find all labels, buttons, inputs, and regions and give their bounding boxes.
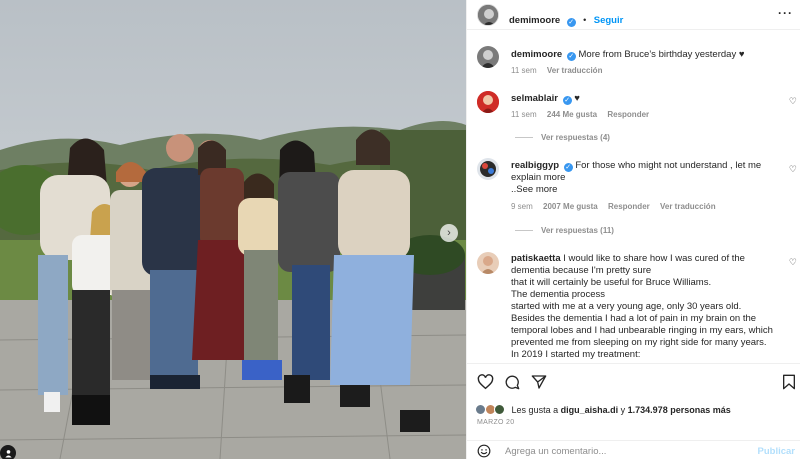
post-header: demimoore ✓ • Seguir ··· — [467, 0, 800, 30]
comment-likes-count[interactable]: 2007 Me gusta — [543, 202, 598, 211]
caption-meta: 11 sem Ver traducción — [511, 66, 610, 75]
likes-connector: y — [620, 405, 626, 415]
next-photo-button[interactable]: › — [440, 224, 458, 242]
view-replies-label: Ver respuestas (11) — [541, 226, 614, 235]
verified-badge-icon: ✓ — [563, 163, 573, 172]
publish-button[interactable]: Publicar — [758, 446, 796, 457]
author-username[interactable]: demimoore — [509, 15, 560, 26]
post-caption: demimoore ✓ More from Bruce’s birthday y… — [467, 46, 800, 86]
liker-avatar — [494, 404, 506, 415]
commenter-avatar[interactable] — [477, 158, 499, 180]
share-send-icon[interactable] — [531, 374, 547, 390]
comment-text: ♥ — [574, 93, 580, 104]
comment-time[interactable]: 9 sem — [511, 202, 533, 211]
follow-button[interactable]: Seguir — [594, 15, 624, 26]
like-comment-heart-icon[interactable]: ♡ — [789, 257, 797, 268]
caption-username[interactable]: demimoore — [511, 49, 562, 60]
commenter-username[interactable]: selmablair — [511, 93, 558, 104]
verified-badge-icon: ✓ — [566, 52, 576, 61]
avatar-image — [477, 158, 499, 180]
comments-list[interactable]: demimoore ✓ More from Bruce’s birthday y… — [467, 31, 800, 363]
like-comment-heart-icon[interactable]: ♡ — [789, 164, 797, 175]
comment-text-block: patiskaetta I would like to share how I … — [511, 253, 779, 361]
replies-divider — [515, 230, 533, 232]
replies-divider — [515, 137, 533, 139]
view-replies-link[interactable]: Ver respuestas (11) — [515, 226, 614, 235]
add-comment-row: Publicar — [467, 440, 800, 459]
likes-count-link[interactable]: 1.734.978 personas más — [628, 405, 731, 415]
caption-text: More from Bruce’s birthday yesterday ♥ — [578, 49, 745, 60]
commenter-username[interactable]: patiskaetta — [511, 253, 561, 264]
emoji-icon[interactable] — [477, 444, 491, 458]
commenter-avatar[interactable] — [477, 91, 499, 113]
author-avatar[interactable] — [477, 46, 499, 68]
like-heart-icon[interactable] — [477, 374, 494, 390]
comment-meta: 11 sem 244 Me gusta Responder — [511, 110, 657, 119]
caption-text-row: demimoore ✓ More from Bruce’s birthday y… — [511, 49, 779, 61]
comment-time[interactable]: 11 sem — [511, 110, 537, 119]
comment-item: patiskaetta I would like to share how I … — [467, 251, 800, 363]
comment-item: selmablair ✓ ♥ 11 sem 244 Me gusta Respo… — [467, 91, 800, 151]
separator-dot: • — [583, 15, 587, 25]
verified-badge-icon: ✓ — [566, 18, 576, 27]
comment-text-line: started with me at a very young age, onl… — [511, 301, 742, 312]
chevron-right-icon: › — [447, 227, 451, 239]
view-replies-label: Ver respuestas (4) — [541, 133, 610, 142]
reply-button[interactable]: Responder — [608, 202, 650, 211]
view-replies-link[interactable]: Ver respuestas (4) — [515, 133, 610, 142]
save-bookmark-icon[interactable] — [782, 374, 796, 390]
comment-text-line: that it will certainly be useful for Bru… — [511, 277, 712, 288]
family-photo-image — [0, 0, 466, 459]
user-icon — [4, 449, 12, 458]
commenter-avatar[interactable] — [477, 252, 499, 274]
comment-item: realbiggyp ✓ For those who might not und… — [467, 158, 800, 243]
tagged-users-button[interactable] — [0, 445, 16, 459]
comment-text-line: The dementia process — [511, 289, 605, 300]
comment-likes-count[interactable]: 244 Me gusta — [547, 110, 597, 119]
liker-username[interactable]: digu_aisha.di — [561, 405, 619, 415]
likes-prefix: Les gusta a — [511, 405, 559, 415]
more-options-icon[interactable]: ··· — [778, 6, 793, 20]
commenter-username[interactable]: realbiggyp — [511, 160, 559, 171]
comment-translate-link[interactable]: Ver traducción — [660, 202, 716, 211]
add-comment-input[interactable] — [505, 446, 735, 457]
post-actions: Les gusta a digu_aisha.di y 1.734.978 pe… — [467, 363, 800, 459]
like-comment-heart-icon[interactable]: ♡ — [789, 96, 797, 107]
comment-bubble-icon[interactable] — [504, 374, 520, 390]
post-photo[interactable]: › — [0, 0, 466, 459]
comment-text-row: selmablair ✓ ♥ — [511, 93, 779, 105]
caption-translate-link[interactable]: Ver traducción — [547, 66, 603, 75]
caption-time[interactable]: 11 sem — [511, 66, 537, 75]
post-side-panel: demimoore ✓ • Seguir ··· demimoore ✓ Mor… — [466, 0, 800, 459]
comment-text-line: Besides the dementia I had a lot of pain… — [511, 313, 773, 348]
avatar-image — [478, 5, 498, 25]
avatar-image — [477, 46, 499, 68]
likes-summary: Les gusta a digu_aisha.di y 1.734.978 pe… — [475, 404, 731, 415]
comment-meta: 9 sem 2007 Me gusta Responder Ver traduc… — [511, 202, 724, 211]
author-avatar[interactable] — [477, 4, 499, 26]
avatar-image — [477, 252, 499, 274]
verified-badge-icon: ✓ — [562, 96, 572, 105]
avatar-image — [477, 91, 499, 113]
comment-text-row: realbiggyp ✓ For those who might not und… — [511, 160, 779, 196]
header-user-row: demimoore ✓ • Seguir — [509, 10, 623, 28]
comment-text-line: In 2019 I started my treatment: — [511, 349, 641, 360]
reply-button[interactable]: Responder — [607, 110, 649, 119]
see-more-link[interactable]: ..See more — [511, 184, 557, 195]
post-date[interactable]: MARZO 20 — [477, 419, 514, 426]
